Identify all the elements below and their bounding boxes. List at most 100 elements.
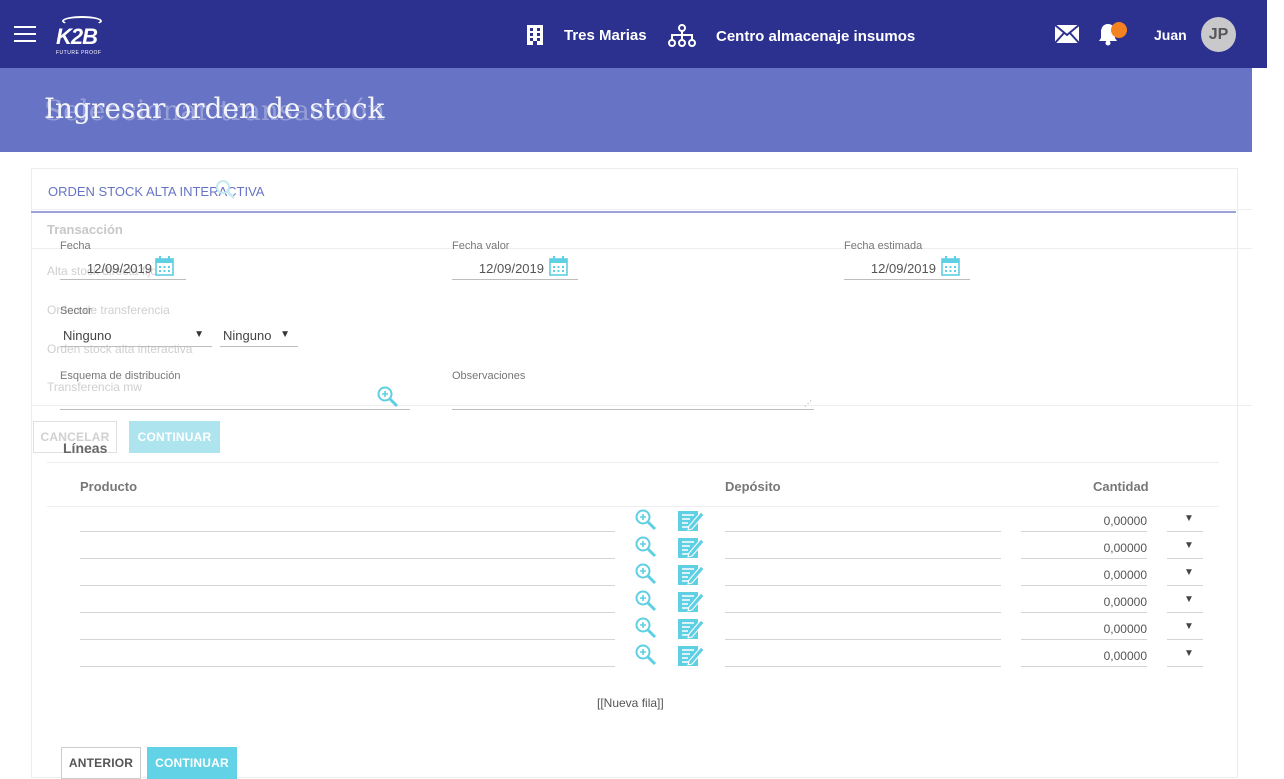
resize-handle-icon[interactable]: ⋰ (804, 399, 812, 408)
company-logo[interactable]: K2B FUTURE PROOF (56, 14, 108, 58)
chevron-down-icon: ▼ (1184, 513, 1194, 524)
edit-icon[interactable] (677, 589, 705, 618)
calendar-icon[interactable] (941, 256, 960, 276)
quantity-field[interactable]: 0,00000 (1021, 562, 1147, 586)
fecha-estimada-value: 12/09/2019 (870, 261, 936, 276)
fecha-valor-value: 12/09/2019 (478, 261, 544, 276)
fecha-field[interactable]: 12/09/2019 (60, 256, 186, 280)
quantity-value: 0,00000 (1103, 622, 1147, 636)
unit-select[interactable]: ▼ (1167, 589, 1203, 613)
deposit-field[interactable] (725, 643, 1001, 667)
observaciones-label: Observaciones (452, 370, 526, 382)
deposit-field[interactable] (725, 616, 1001, 640)
product-field[interactable] (80, 643, 615, 667)
chevron-down-icon: ▼ (1184, 540, 1194, 551)
quantity-value: 0,00000 (1103, 514, 1147, 528)
chevron-down-icon: ▼ (1184, 567, 1194, 578)
search-icon[interactable] (634, 562, 658, 591)
quantity-value: 0,00000 (1103, 568, 1147, 582)
building-icon (527, 25, 543, 45)
unit-select[interactable]: ▼ (1167, 508, 1203, 532)
fecha-value: 12/09/2019 (86, 261, 152, 276)
deposit-field[interactable] (725, 589, 1001, 613)
quantity-value: 0,00000 (1103, 595, 1147, 609)
quantity-field[interactable]: 0,00000 (1021, 643, 1147, 667)
search-icon[interactable] (634, 508, 658, 537)
fecha-valor-field[interactable]: 12/09/2019 (452, 256, 578, 280)
section-transaccion: Transacción (47, 222, 123, 237)
chevron-down-icon: ▼ (280, 329, 290, 340)
chevron-down-icon: ▼ (1184, 594, 1194, 605)
edit-icon[interactable] (677, 643, 705, 672)
product-field[interactable] (80, 535, 615, 559)
deposit-field[interactable] (725, 508, 1001, 532)
company-name: Tres Marias (564, 26, 647, 44)
observaciones-field[interactable]: ⋰ (452, 388, 814, 410)
col-deposito: Depósito (725, 479, 781, 494)
chevron-down-icon: ▼ (1184, 648, 1194, 659)
search-icon[interactable] (634, 589, 658, 618)
col-producto: Producto (80, 479, 138, 494)
product-field[interactable] (80, 562, 615, 586)
search-icon[interactable] (634, 616, 658, 645)
mail-icon[interactable] (1054, 24, 1080, 44)
product-field[interactable] (80, 508, 615, 532)
user-name[interactable]: Juan (1154, 27, 1187, 43)
page-header: Seleccionar transacción Ingresar orden d… (0, 68, 1252, 152)
quantity-value: 0,00000 (1103, 649, 1147, 663)
fecha-estimada-field[interactable]: 12/09/2019 (844, 256, 970, 280)
search-icon[interactable] (634, 535, 658, 564)
quantity-field[interactable]: 0,00000 (1021, 535, 1147, 559)
menu-icon[interactable] (14, 26, 36, 42)
fecha-estimada-label: Fecha estimada (844, 240, 923, 252)
calendar-icon[interactable] (155, 256, 174, 276)
search-icon[interactable] (634, 643, 658, 672)
continue-button[interactable]: CONTINUAR (147, 747, 237, 779)
esquema-field[interactable] (60, 385, 410, 410)
org-chart-icon (668, 24, 696, 47)
unit-select[interactable]: ▼ (1167, 643, 1203, 667)
col-cantidad: Cantidad (1093, 479, 1149, 494)
ghost-continue-button: CONTINUAR (129, 421, 220, 453)
edit-icon[interactable] (677, 562, 705, 591)
tab-indicator (31, 211, 1236, 213)
quantity-field[interactable]: 0,00000 (1021, 508, 1147, 532)
product-field[interactable] (80, 589, 615, 613)
quantity-field[interactable]: 0,00000 (1021, 616, 1147, 640)
lines-title: Líneas (63, 440, 108, 456)
edit-icon[interactable] (677, 508, 705, 537)
notification-badge (1111, 22, 1127, 38)
calendar-icon[interactable] (549, 256, 568, 276)
chevron-down-icon: ▼ (1184, 621, 1194, 632)
unit-selector[interactable]: Centro almacenaje insumos (668, 24, 915, 48)
chevron-down-icon: ▼ (194, 329, 204, 340)
deposit-field[interactable] (725, 562, 1001, 586)
avatar[interactable]: JP (1201, 17, 1236, 52)
top-bar: K2B FUTURE PROOF Tres Marias Centro alma… (0, 0, 1267, 68)
previous-button[interactable]: ANTERIOR (61, 747, 141, 779)
unit-select[interactable]: ▼ (1167, 535, 1203, 559)
unit-select[interactable]: ▼ (1167, 616, 1203, 640)
edit-icon[interactable] (677, 535, 705, 564)
sector-value-1: Ninguno (63, 328, 112, 343)
form-card (31, 168, 1238, 778)
product-field[interactable] (80, 616, 615, 640)
edit-icon[interactable] (677, 616, 705, 645)
page-title: Ingresar orden de stock (44, 92, 385, 125)
sector-select-1[interactable]: Ninguno ▼ (60, 325, 212, 347)
quantity-field[interactable]: 0,00000 (1021, 589, 1147, 613)
deposit-field[interactable] (725, 535, 1001, 559)
logo-text: K2B (56, 24, 98, 49)
unit-select[interactable]: ▼ (1167, 562, 1203, 586)
sector-label: Sector (60, 305, 92, 317)
logo-subtext: FUTURE PROOF (56, 50, 102, 56)
search-ghost-icon (216, 180, 235, 199)
search-icon[interactable] (376, 385, 400, 409)
sector-value-2: Ninguno (223, 328, 272, 343)
esquema-label: Esquema de distribución (60, 370, 181, 382)
company-selector[interactable]: Tres Marias (526, 24, 647, 46)
fecha-valor-label: Fecha valor (452, 240, 510, 252)
unit-name: Centro almacenaje insumos (716, 27, 916, 45)
new-row-link[interactable]: [[Nueva fila]] (597, 696, 664, 710)
sector-select-2[interactable]: Ninguno ▼ (220, 325, 298, 347)
